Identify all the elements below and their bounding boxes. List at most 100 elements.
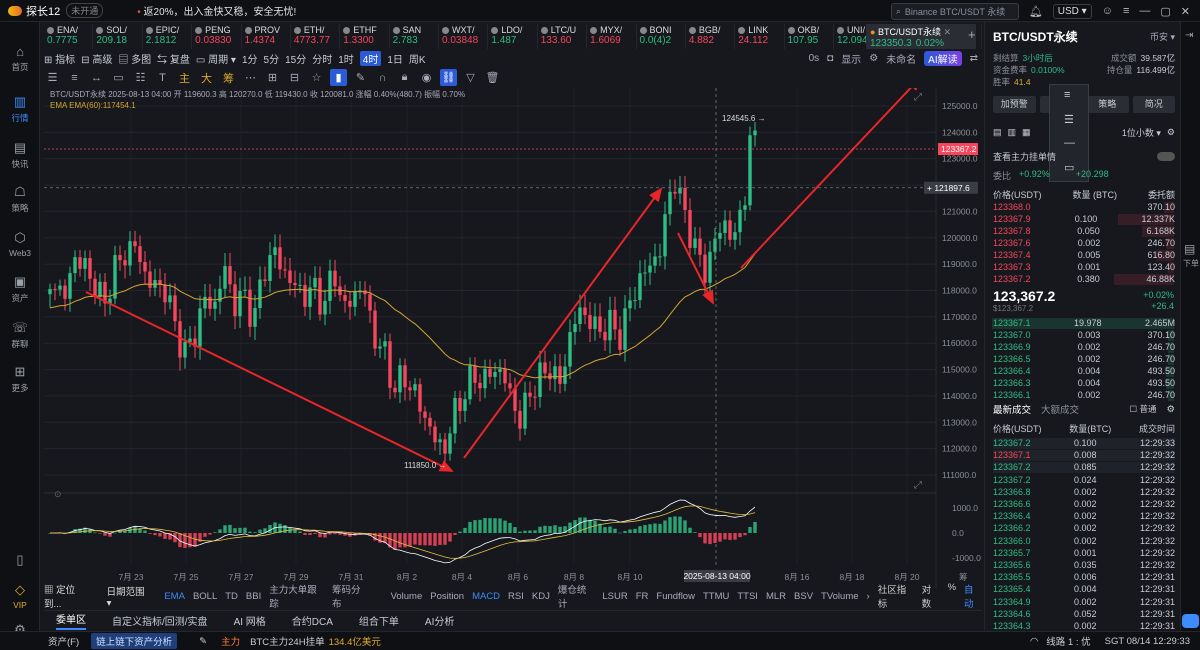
date-range-button[interactable]: 日期范围 ▾ (107, 584, 151, 609)
indicator-right-1[interactable]: 对数 (922, 582, 940, 610)
indicator-10[interactable]: KDJ (532, 591, 550, 602)
indicator-6[interactable]: Volume (391, 591, 423, 602)
indicator-18[interactable]: BSV (794, 591, 813, 602)
toolbar-item[interactable]: ⊟ 高级 (81, 51, 112, 66)
settings-icon[interactable]: ⚙ (1167, 127, 1175, 138)
ticker-item[interactable]: LTC/U 133.60 (538, 24, 588, 49)
select-tool-icon[interactable]: ▮ (330, 69, 347, 86)
ticker-item[interactable]: EPIC/2.1812 (143, 24, 193, 49)
indicator-2[interactable]: TD (225, 591, 238, 602)
ask-row[interactable]: 123368.0 370.10 (993, 202, 1175, 213)
bell-icon[interactable]: 🔔︎ (1029, 5, 1043, 18)
ticker-item[interactable]: ETHF 1.3300 (340, 24, 390, 49)
orderbook-view-icon[interactable]: ▥ (1008, 127, 1017, 138)
bid-row[interactable]: 123366.3 0.004 493.50 (993, 378, 1175, 389)
toolbar-item[interactable]: ▤ 多图 (118, 51, 151, 66)
ticker-item[interactable]: PROV 1.4374 (242, 24, 291, 49)
indicator-right-3[interactable]: 自动 (964, 582, 982, 610)
ticker-item[interactable]: OKB/107.95 (785, 24, 834, 49)
ticker-item[interactable]: SOL/209.18 (93, 24, 143, 49)
main-force-icon[interactable]: 主 (176, 69, 193, 86)
action-button-2[interactable]: 策略 (1086, 96, 1129, 113)
sidebar-item-news[interactable]: ▤ 快讯 (0, 140, 40, 170)
big-order-switch[interactable] (1157, 152, 1175, 161)
ask-row[interactable]: 123367.4 0.005 616.80 (993, 250, 1175, 261)
tab-close-icon[interactable]: ✕ (941, 27, 951, 37)
edit-icon[interactable]: ✎ (199, 636, 207, 647)
indicator-19[interactable]: TVolume (821, 591, 859, 602)
ask-row[interactable]: 123367.6 0.002 246.70 (993, 238, 1175, 249)
support-bot-icon[interactable] (1182, 614, 1199, 628)
toolbar-item[interactable]: ⊞ 指标 (44, 51, 75, 66)
toolbar-item[interactable]: ⇆ 复盘 (157, 51, 190, 66)
ticker-item[interactable]: BGB/4.882 (686, 24, 736, 49)
ask-row[interactable]: 123367.8 0.050 6.168K (993, 226, 1175, 237)
ask-row[interactable]: 123367.3 0.001 123.40 (993, 262, 1175, 273)
normal-filter[interactable]: ☐ 普通 (1129, 403, 1156, 415)
settings-icon[interactable]: ⚙ (1166, 404, 1175, 415)
indicator-right-2[interactable]: % (948, 582, 956, 610)
symbol-title[interactable]: BTC/USDT永续 (993, 28, 1078, 45)
sidebar-item-chart[interactable]: ▥ 行情 (0, 94, 40, 124)
settings-icon[interactable]: ⚙ (869, 53, 878, 64)
precision-select[interactable]: 1位小数 ▾ (1122, 126, 1161, 139)
ticker-item[interactable]: SAN 2.783 (390, 24, 439, 49)
toolbar-item[interactable]: 周K (409, 51, 426, 66)
maximize-icon[interactable]: ▢ (1160, 5, 1170, 18)
indicator-17[interactable]: MLR (766, 591, 786, 602)
asset-label[interactable]: 资产(F) (48, 634, 79, 648)
locate-button[interactable]: ▦ 定位到... (44, 582, 91, 610)
sidebar-item-web3[interactable]: ⬡ Web3 (0, 230, 40, 258)
link-icon[interactable]: ⛓ (440, 69, 457, 86)
ticker-item[interactable]: ENA/0.7775 (44, 24, 94, 49)
filter-icon[interactable]: ▽ (462, 69, 479, 86)
toolbar-item[interactable]: 1日 (387, 51, 403, 66)
sidebar-item-chat[interactable]: ☏ 群聊 (0, 320, 40, 350)
segment-icon[interactable]: ↔ (88, 69, 105, 86)
lock-icon[interactable]: 🔒︎ (396, 69, 413, 86)
indicator-12[interactable]: LSUR (602, 591, 627, 602)
indicator-13[interactable]: FR (636, 591, 649, 602)
macd-fullscreen-icon[interactable]: ⤢ (914, 480, 922, 491)
brush-icon[interactable]: ✎ (352, 69, 369, 86)
popup-line-style-icon[interactable]: ≡ (1064, 89, 1070, 101)
bottom-tab-3[interactable]: 合约DCA (292, 613, 333, 628)
bottom-tab-2[interactable]: AI 网格 (234, 613, 266, 628)
measure-icon[interactable]: ⊞ (264, 69, 281, 86)
parallel-lines-icon[interactable]: ≡ (66, 69, 83, 86)
eye-icon[interactable]: ◉ (418, 69, 435, 86)
text-tool-icon[interactable]: T (154, 69, 171, 86)
ticker-item[interactable]: WXT/0.03848 (439, 24, 489, 49)
dots-icon[interactable]: ⋯ (242, 69, 259, 86)
indicator-11[interactable]: 爆仓统计 (558, 582, 595, 610)
orderbook-view-icon[interactable]: ▦ (1022, 127, 1031, 138)
bid-row[interactable]: 123366.1 0.002 246.70 (993, 390, 1175, 401)
user-icon[interactable]: ☺ (1102, 5, 1113, 17)
add-tab-icon[interactable]: + (968, 27, 976, 42)
indicator-1[interactable]: BOLL (193, 591, 217, 602)
bottom-tab-4[interactable]: 组合下单 (359, 613, 399, 628)
bottom-tab-0[interactable]: 委单区 (56, 611, 86, 630)
headline-text[interactable]: BTC主力24H挂单 (250, 634, 324, 648)
bid-row[interactable]: 123367.1 19.978 2.465M (993, 318, 1175, 329)
toolbar-item[interactable]: 15分 (285, 51, 306, 66)
vip-tag[interactable]: 未开通 (66, 3, 104, 18)
ticker-item[interactable]: LDO/1.487 (488, 24, 538, 49)
sidebar-item-home[interactable]: ⌂ 首页 (0, 44, 40, 73)
toolbar-item[interactable]: 1时 (338, 51, 354, 66)
minimize-icon[interactable]: — (1139, 5, 1150, 17)
bid-row[interactable]: 123366.5 0.002 246.70 (993, 354, 1175, 365)
indicator-9[interactable]: RSI (508, 591, 524, 602)
price-chart[interactable]: 125000.0124000.0123000.0122000.0121000.0… (44, 88, 982, 588)
sidebar-item-robot[interactable]: ☖ 策略 (0, 184, 40, 214)
collapse-icon[interactable]: ⇥ (1185, 30, 1193, 41)
sidebar-item-wallet[interactable]: ▣ 资产 (0, 274, 40, 304)
action-button-0[interactable]: 加预警 (993, 96, 1036, 113)
bid-row[interactable]: 123367.0 0.003 370.10 (993, 330, 1175, 341)
sidebar-item-vip[interactable]: ◇ VIP (0, 582, 40, 610)
display-button[interactable]: 显示 (841, 51, 861, 66)
trades-tab-0[interactable]: 最新成交 (993, 402, 1031, 416)
toolbar-item[interactable]: 1分 (242, 51, 258, 66)
indicator-right-0[interactable]: 社区指标 (878, 582, 914, 610)
currency-select[interactable]: USD ▾ (1052, 3, 1092, 19)
